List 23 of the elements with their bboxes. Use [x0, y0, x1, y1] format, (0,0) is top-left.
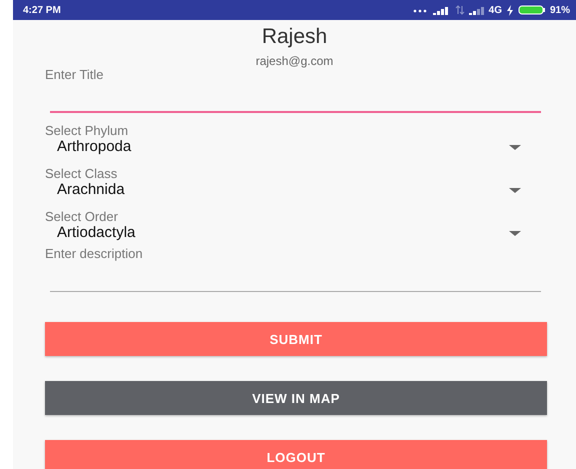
caret-icon — [509, 230, 521, 236]
battery-icon — [518, 5, 546, 15]
signal-icon — [432, 6, 451, 14]
action-button[interactable]: VIEW IN MAP — [45, 381, 547, 415]
field-label: Select Phylum — [45, 123, 128, 138]
caret-icon — [509, 144, 521, 150]
data-arrows-icon — [454, 5, 465, 15]
field-label: Enter description — [45, 246, 143, 261]
dropdown[interactable]: Arthropoda — [57, 138, 521, 156]
field-label: Select Order — [45, 209, 118, 224]
caret-icon — [509, 188, 521, 192]
dropdown[interactable]: Artiodactyla — [57, 224, 521, 242]
field-label: Select Class — [45, 166, 118, 181]
dropdown[interactable]: Arachnida — [57, 181, 521, 199]
more-dots-icon — [412, 7, 429, 13]
battery-percent: 91% — [550, 4, 570, 16]
field-label: Enter Title — [45, 67, 104, 82]
user-name: Rajesh — [260, 25, 328, 49]
charging-icon — [506, 4, 514, 16]
user-email: rajesh@g.com — [254, 55, 334, 67]
signal-icon — [468, 6, 485, 14]
status-time: 4:27 PM — [23, 4, 61, 16]
network-type: 4G — [488, 4, 502, 16]
